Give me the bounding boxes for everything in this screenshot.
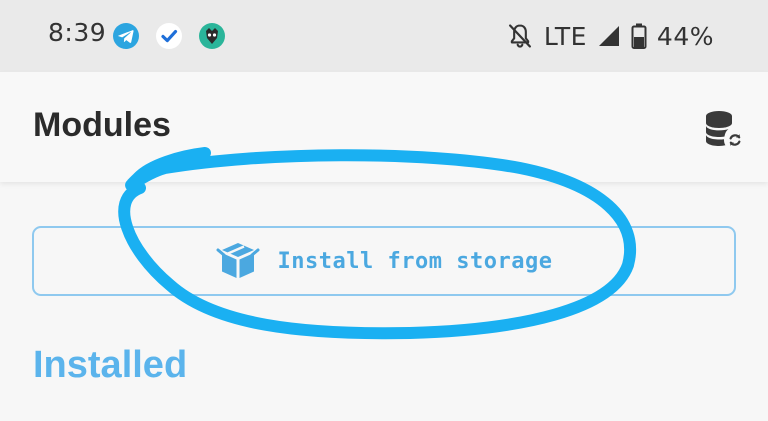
status-bar: 8:39 LTE 44% — [0, 0, 768, 72]
battery-percentage: 44% — [656, 21, 714, 51]
checkmark-app-icon — [155, 22, 183, 50]
section-title-installed: Installed — [33, 344, 188, 386]
database-sync-icon — [702, 108, 746, 152]
page-title: Modules — [33, 106, 171, 144]
network-type: LTE — [543, 21, 587, 51]
install-from-storage-button[interactable]: Install from storage — [32, 226, 736, 296]
signal-icon — [597, 24, 621, 48]
gecko-app-icon — [198, 22, 226, 50]
database-sync-button[interactable] — [702, 108, 746, 152]
battery-icon — [631, 23, 647, 49]
notifications-off-icon — [506, 22, 534, 50]
install-from-storage-label: Install from storage — [277, 248, 553, 274]
app-bar: Modules — [0, 72, 768, 182]
telegram-icon — [112, 22, 140, 50]
package-icon — [216, 241, 260, 281]
status-right-group: LTE 44% — [506, 18, 714, 54]
status-time: 8:39 — [48, 18, 107, 47]
